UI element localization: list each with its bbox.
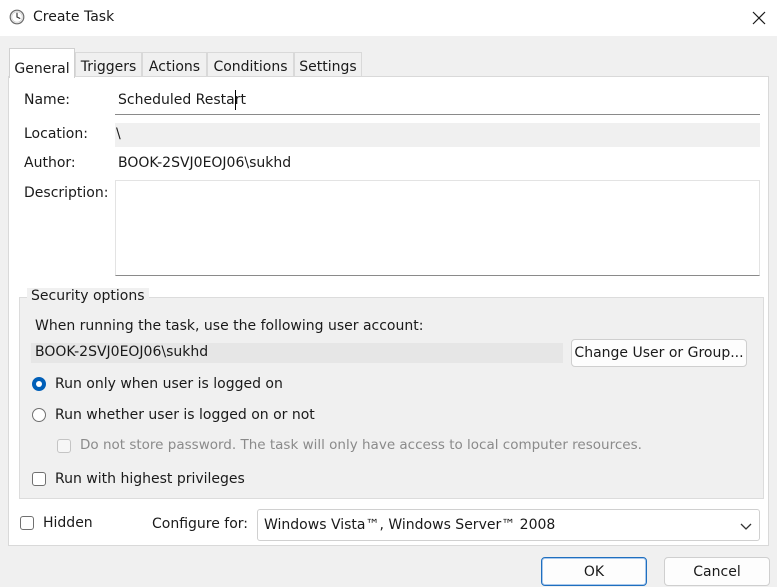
security-options-title: Security options	[27, 288, 149, 304]
tab-conditions[interactable]: Conditions	[207, 52, 294, 76]
radio-logged-on-label[interactable]: Run only when user is logged on	[55, 376, 283, 392]
name-label: Name:	[24, 92, 71, 108]
name-input[interactable]: Scheduled Restart	[115, 86, 760, 115]
user-account-value: BOOK-2SVJ0EOJ06\sukhd	[35, 344, 209, 360]
location-value: \	[116, 126, 121, 142]
tab-settings[interactable]: Settings	[294, 52, 362, 76]
tab-label: Actions	[148, 59, 201, 75]
name-value: Scheduled Restart	[118, 92, 246, 108]
tab-label: Settings	[299, 59, 357, 75]
description-textarea[interactable]	[115, 180, 760, 276]
no-store-password-label: Do not store password. The task will onl…	[80, 437, 642, 453]
radio-logged-on[interactable]	[32, 377, 46, 391]
tab-label: General	[14, 61, 70, 77]
tab-triggers[interactable]: Triggers	[75, 52, 142, 76]
location-label: Location:	[24, 126, 88, 142]
radio-whether-logged-on-label[interactable]: Run whether user is logged on or not	[55, 407, 315, 423]
no-store-password-checkbox[interactable]	[57, 439, 71, 453]
chevron-down-icon	[740, 523, 752, 530]
tab-general[interactable]: General	[9, 48, 75, 78]
tab-label: Triggers	[80, 59, 137, 75]
highest-privileges-label[interactable]: Run with highest privileges	[55, 471, 245, 487]
highest-privileges-checkbox[interactable]	[32, 472, 46, 486]
account-prompt: When running the task, use the following…	[35, 318, 424, 334]
cancel-button[interactable]: Cancel	[664, 557, 770, 586]
text-caret	[235, 90, 236, 110]
hidden-label[interactable]: Hidden	[43, 515, 93, 531]
title-bar: Create Task	[0, 0, 777, 36]
cancel-button-label: Cancel	[693, 563, 741, 580]
close-icon[interactable]	[740, 0, 777, 36]
change-user-button-label: Change User or Group...	[574, 345, 744, 361]
window-title: Create Task	[33, 9, 115, 25]
description-label: Description:	[24, 185, 109, 201]
hidden-checkbox[interactable]	[20, 516, 34, 530]
tab-label: Conditions	[213, 59, 288, 75]
ok-button-label: OK	[583, 563, 605, 580]
ok-button[interactable]: OK	[541, 557, 647, 586]
configure-for-value: Windows Vista™, Windows Server™ 2008	[264, 517, 556, 533]
location-field: \	[115, 123, 760, 147]
configure-for-select[interactable]: Windows Vista™, Windows Server™ 2008	[257, 509, 760, 541]
clock-icon	[9, 9, 25, 25]
change-user-button[interactable]: Change User or Group...	[571, 339, 747, 367]
author-value: BOOK-2SVJ0EOJ06\sukhd	[118, 155, 292, 171]
radio-whether-logged-on[interactable]	[32, 408, 46, 422]
author-label: Author:	[24, 155, 76, 171]
user-account-field: BOOK-2SVJ0EOJ06\sukhd	[31, 343, 563, 363]
tab-actions[interactable]: Actions	[142, 52, 207, 76]
configure-for-label: Configure for:	[152, 516, 249, 532]
